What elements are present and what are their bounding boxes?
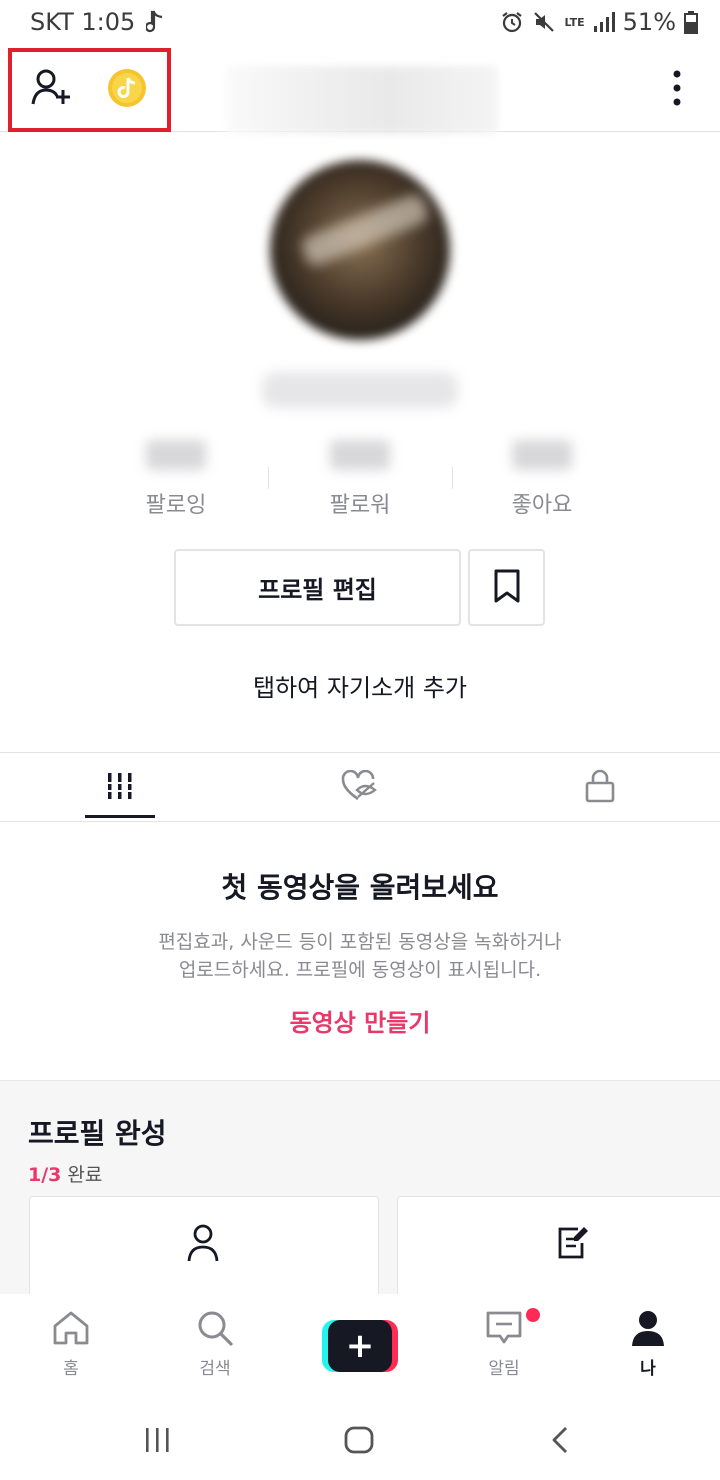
inbox-icon (484, 1310, 524, 1350)
nav-search[interactable]: 검색 (165, 1310, 265, 1379)
lte-label: LTE (564, 15, 585, 29)
empty-state-title: 첫 동영상을 올려보세요 (221, 871, 499, 904)
edit-note-icon (556, 1225, 590, 1265)
music-note-icon (144, 10, 164, 38)
username-blurred (226, 66, 498, 134)
search-icon (195, 1310, 235, 1350)
empty-state-description: 편집효과, 사운드 등이 포함된 동영상을 녹화하거나 업로드하세요. 프로필에… (158, 931, 562, 981)
carrier-time: SKT 1:05 (30, 8, 136, 36)
active-tab-indicator (85, 815, 155, 818)
nav-home[interactable]: 홈 (21, 1310, 121, 1379)
nav-inbox-label: 알림 (488, 1359, 520, 1379)
content-tabs (0, 752, 720, 822)
alarm-icon (500, 10, 524, 34)
likes-label[interactable]: 좋아요 (462, 487, 622, 519)
tab-private[interactable] (480, 753, 720, 823)
back-icon[interactable] (548, 1425, 572, 1459)
person-icon (185, 1223, 221, 1267)
status-icons: LTE 51% (500, 8, 698, 36)
nav-profile[interactable]: 나 (598, 1310, 698, 1379)
notification-dot (526, 1308, 540, 1322)
tab-videos[interactable] (0, 753, 240, 823)
completion-title: 프로필 완성 (28, 1117, 167, 1150)
following-label[interactable]: 팔로잉 (96, 487, 256, 519)
more-options-icon[interactable] (668, 68, 686, 112)
highlight-box (8, 48, 171, 132)
signal-icon (593, 11, 615, 33)
battery-percent: 51% (622, 8, 676, 36)
liked-hidden-icon (341, 769, 379, 806)
edit-profile-button[interactable]: 프로필 편집 (174, 549, 461, 626)
stat-divider (452, 467, 453, 489)
followers-label[interactable]: 팔로워 (280, 487, 440, 519)
avatar[interactable] (270, 160, 450, 340)
battery-icon (684, 10, 698, 34)
create-video-link[interactable]: 동영상 만들기 (0, 1003, 720, 1038)
home-icon (50, 1310, 92, 1350)
favorites-button[interactable] (468, 549, 545, 626)
create-plus-icon: + (328, 1320, 392, 1372)
lock-icon (585, 769, 615, 807)
likes-count (512, 440, 572, 470)
bio-prompt[interactable]: 탭하여 자기소개 추가 (0, 668, 720, 703)
status-bar: SKT 1:05 LTE 51% (0, 0, 720, 44)
handle-blurred (262, 372, 458, 408)
mute-icon (532, 10, 556, 34)
tab-liked[interactable] (240, 753, 480, 823)
completion-progress: 1/3 완료 (28, 1164, 103, 1186)
home-button-icon[interactable] (343, 1425, 375, 1459)
nav-profile-label: 나 (640, 1359, 656, 1379)
nav-inbox[interactable]: 알림 (454, 1310, 554, 1379)
following-count (146, 440, 206, 470)
followers-count (330, 440, 390, 470)
recent-apps-icon[interactable] (144, 1426, 172, 1458)
create-button[interactable]: + (322, 1320, 398, 1372)
videos-grid-icon (106, 771, 134, 805)
nav-home-label: 홈 (63, 1359, 79, 1379)
profile-icon (630, 1310, 666, 1350)
stat-divider (268, 467, 269, 489)
system-navigation-bar (0, 1400, 720, 1480)
nav-search-label: 검색 (199, 1359, 231, 1379)
bookmark-icon (492, 568, 522, 608)
